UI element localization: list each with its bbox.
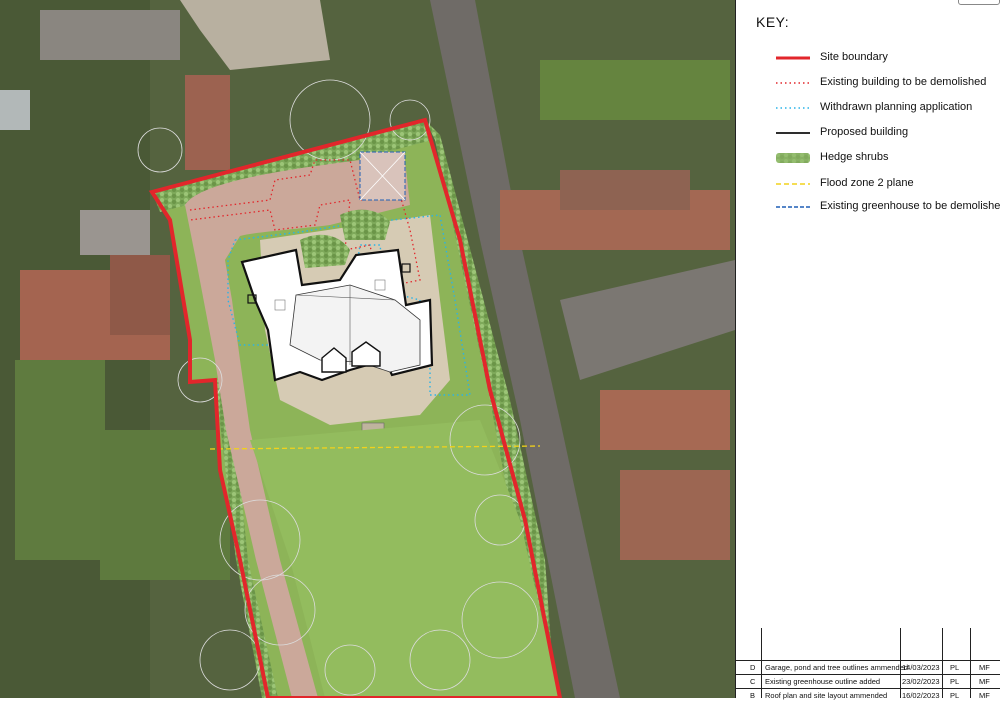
- neighbour-lawn-2: [100, 430, 230, 580]
- key-item-flood-zone: Flood zone 2 plane: [736, 175, 1000, 195]
- key-label: Existing greenhouse to be demolished: [820, 200, 1000, 212]
- key-label: Hedge shrubs: [820, 151, 889, 163]
- roof-small: [0, 90, 30, 130]
- rev-letter: D: [750, 663, 756, 672]
- hedge-shrubs-swatch: [776, 153, 810, 163]
- rev-by: PL: [950, 663, 960, 672]
- existing-building-swatch: [776, 82, 810, 84]
- roof-shed: [80, 210, 150, 255]
- rev-date: 16/02/2023: [902, 691, 940, 700]
- neighbour-lawn: [15, 360, 105, 560]
- greenhouse-swatch: [776, 206, 810, 208]
- key-item-greenhouse: Existing greenhouse to be demolished: [736, 198, 1000, 218]
- rev-date: 14/03/2023: [902, 663, 940, 672]
- revision-row: B Roof plan and site layout ammended 16/…: [736, 688, 1000, 702]
- key-title: KEY:: [756, 14, 790, 30]
- roof-north-2: [185, 75, 230, 170]
- rev-letter: C: [750, 677, 756, 686]
- flood-zone-swatch: [776, 183, 810, 185]
- rev-checked: MF: [979, 677, 990, 686]
- key-item-hedge-shrubs: Hedge shrubs: [736, 149, 1000, 169]
- withdrawn-application-swatch: [776, 107, 810, 109]
- key-label: Flood zone 2 plane: [820, 177, 914, 189]
- key-item-site-boundary: Site boundary: [736, 49, 1000, 69]
- roof-east-3: [600, 390, 730, 450]
- rev-checked: MF: [979, 663, 990, 672]
- lawn-east: [540, 60, 730, 120]
- roof-east-4: [620, 470, 730, 560]
- site-plan-map: [0, 0, 735, 698]
- key-label: Proposed building: [820, 126, 909, 138]
- panel-tab: [958, 0, 1000, 5]
- legend-panel: KEY: Site boundary Existing building to …: [735, 0, 1000, 700]
- rev-checked: MF: [979, 691, 990, 700]
- rev-letter: B: [750, 691, 756, 700]
- revision-row: C Existing greenhouse outline added 23/0…: [736, 674, 1000, 688]
- proposed-building-swatch: [776, 132, 810, 134]
- rev-date: 23/02/2023: [902, 677, 940, 686]
- key-label: Withdrawn planning application: [820, 101, 973, 113]
- site-boundary-swatch: [776, 56, 810, 60]
- rev-by: PL: [950, 677, 960, 686]
- revision-row: D Garage, pond and tree outlines ammende…: [736, 660, 1000, 674]
- rev-description: Garage, pond and tree outlines ammended: [765, 663, 909, 672]
- key-item-proposed-building: Proposed building: [736, 124, 1000, 144]
- key-label: Site boundary: [820, 51, 888, 63]
- revision-table: D Garage, pond and tree outlines ammende…: [736, 628, 1000, 700]
- rev-description: Roof plan and site layout ammended: [765, 691, 888, 700]
- rev-description: Existing greenhouse outline added: [765, 677, 881, 686]
- roof-north: [40, 10, 180, 60]
- roof-west-2: [110, 255, 170, 335]
- key-item-withdrawn-application: Withdrawn planning application: [736, 99, 1000, 119]
- key-item-existing-building: Existing building to be demolished: [736, 74, 1000, 94]
- key-label: Existing building to be demolished: [820, 76, 987, 88]
- rev-by: PL: [950, 691, 960, 700]
- roof-east-2: [560, 170, 690, 210]
